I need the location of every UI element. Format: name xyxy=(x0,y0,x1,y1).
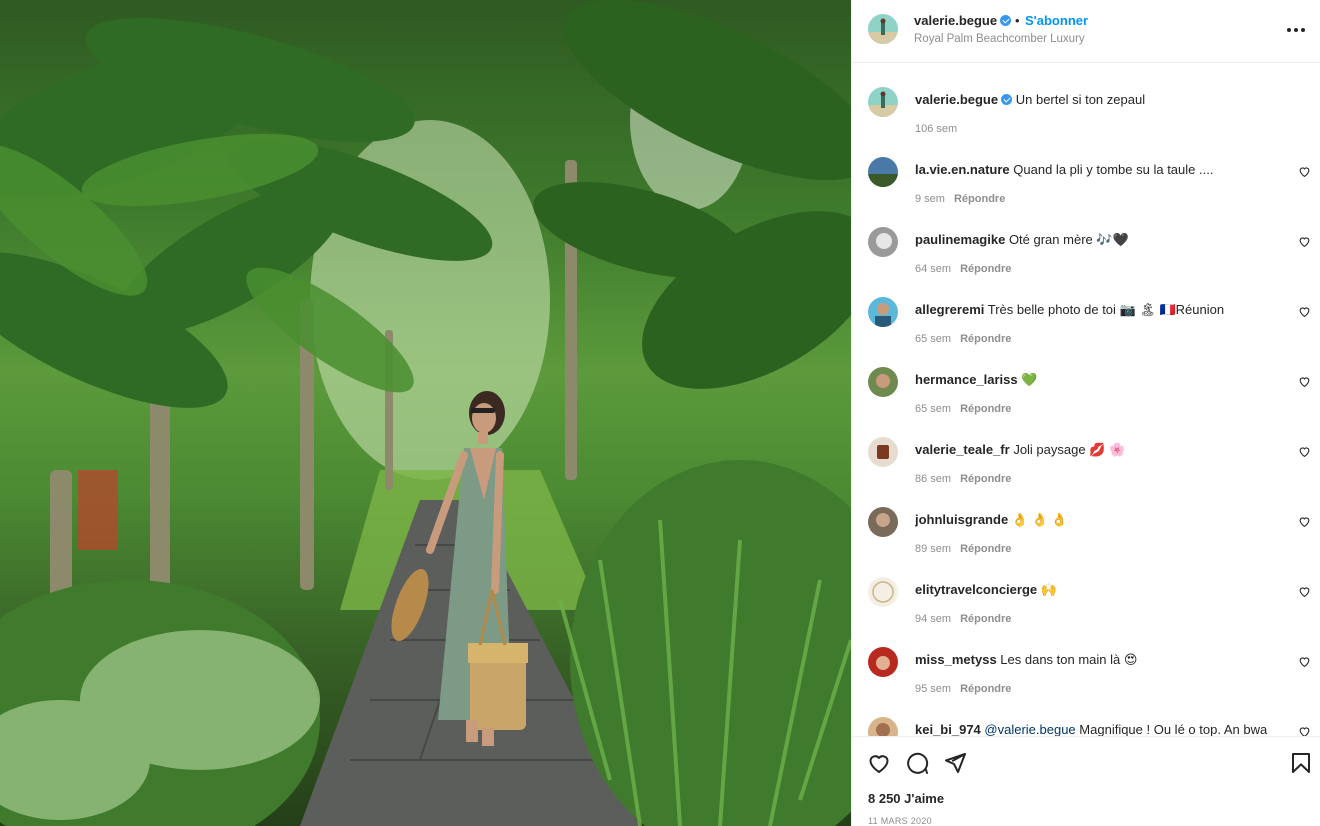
comment-time: 9 sem xyxy=(915,193,945,205)
comment-item: kei_bi_974 @valerie.begue Magnifique ! O… xyxy=(852,711,1320,736)
comment-username[interactable]: kei_bi_974 xyxy=(915,722,981,736)
caption-text: Un bertel si ton zepaul xyxy=(1015,92,1146,107)
author-username[interactable]: valerie.begue xyxy=(914,13,1012,28)
comment-item: johnluisgrande 👌 👌 👌 89 sem Répondre xyxy=(852,501,1320,571)
heart-icon[interactable] xyxy=(867,751,891,775)
comment-like-heart-icon[interactable] xyxy=(1298,445,1311,458)
comment-text: 🙌 xyxy=(1040,582,1057,597)
commenter-avatar[interactable] xyxy=(868,297,898,327)
caption: valerie.begue Un bertel si ton zepaul 10… xyxy=(852,81,1320,151)
comment-username[interactable]: valerie_teale_fr xyxy=(915,442,1010,457)
comment-like-heart-icon[interactable] xyxy=(1298,305,1311,318)
post-actions: 8 250 J'aime 11 MARS 2020 xyxy=(852,736,1320,826)
comment-text: Quand la pli y tombe su la taule .... xyxy=(1013,162,1214,177)
comment-time: 95 sem xyxy=(915,683,952,695)
comment-username[interactable]: johnluisgrande xyxy=(915,512,1008,527)
separator-dot: • xyxy=(1015,13,1020,28)
reply-button[interactable]: Répondre xyxy=(960,263,1011,275)
reply-button[interactable]: Répondre xyxy=(960,543,1011,555)
caption-avatar[interactable] xyxy=(868,87,898,117)
photo-illustration xyxy=(0,0,851,826)
comment-mention[interactable]: @valerie.begue xyxy=(984,722,1075,736)
comment-text: 💚 xyxy=(1021,372,1038,387)
more-options-icon[interactable] xyxy=(1285,20,1307,40)
likes-count[interactable]: 8 250 J'aime xyxy=(868,791,944,806)
comment-item: elitytravelconcierge 🙌 94 sem Répondre xyxy=(852,571,1320,641)
comment-text: Très belle photo de toi 📷 🏝 🇫🇷Réunion xyxy=(987,302,1225,317)
share-icon[interactable] xyxy=(943,751,967,775)
comment-text: Les dans ton main là 😍 xyxy=(1000,652,1138,667)
comment-text: Joli paysage 💋 🌸 xyxy=(1013,442,1126,457)
comment-username[interactable]: paulinemagike xyxy=(915,232,1005,247)
comment-time: 64 sem xyxy=(915,263,952,275)
comment-like-heart-icon[interactable] xyxy=(1298,585,1311,598)
comment-time: 86 sem xyxy=(915,473,952,485)
comment-item: paulinemagike Oté gran mère 🎶🖤 64 sem Rép… xyxy=(852,221,1320,291)
comment-like-heart-icon[interactable] xyxy=(1298,515,1311,528)
reply-button[interactable]: Répondre xyxy=(960,403,1011,415)
follow-button[interactable]: S'abonner xyxy=(1025,13,1088,28)
commenter-avatar[interactable] xyxy=(868,367,898,397)
comment-item: valerie_teale_fr Joli paysage 💋 🌸 86 sem… xyxy=(852,431,1320,501)
comment-username[interactable]: elitytravelconcierge xyxy=(915,582,1037,597)
post-photo[interactable] xyxy=(0,0,851,826)
reply-button[interactable]: Répondre xyxy=(960,473,1011,485)
comment-time: 94 sem xyxy=(915,613,952,625)
comment-username[interactable]: allegreremi xyxy=(915,302,984,317)
commenter-avatar[interactable] xyxy=(868,227,898,257)
comment-text: Oté gran mère 🎶🖤 xyxy=(1008,232,1129,247)
post-header: valerie.begue • S'abonner Royal Palm Bea… xyxy=(852,0,1320,63)
commenter-avatar[interactable] xyxy=(868,647,898,677)
comment-like-heart-icon[interactable] xyxy=(1298,165,1311,178)
caption-time: 106 sem xyxy=(915,123,958,135)
comment-icon[interactable] xyxy=(905,751,929,775)
reply-button[interactable]: Répondre xyxy=(960,613,1011,625)
caption-username[interactable]: valerie.begue xyxy=(915,92,998,107)
post-side-panel: valerie.begue • S'abonner Royal Palm Bea… xyxy=(851,0,1320,826)
verified-badge-icon xyxy=(1001,94,1013,105)
comment-like-heart-icon[interactable] xyxy=(1298,235,1311,248)
comment-time: 89 sem xyxy=(915,543,952,555)
commenter-avatar[interactable] xyxy=(868,577,898,607)
comment-item: miss_metyss Les dans ton main là 😍 95 se… xyxy=(852,641,1320,711)
comment-text: 👌 👌 👌 xyxy=(1011,512,1068,527)
verified-badge-icon xyxy=(1000,15,1012,26)
commenter-avatar[interactable] xyxy=(868,507,898,537)
commenter-avatar[interactable] xyxy=(868,157,898,187)
post-location[interactable]: Royal Palm Beachcomber Luxury xyxy=(914,33,1085,45)
comment-like-heart-icon[interactable] xyxy=(1298,725,1311,736)
reply-button[interactable]: Répondre xyxy=(960,333,1011,345)
comment-text: Magnifique ! Ou lé o top. An bwa xyxy=(1079,722,1268,736)
commenter-avatar[interactable] xyxy=(868,717,898,736)
comment-time: 65 sem xyxy=(915,333,952,345)
reply-button[interactable]: Répondre xyxy=(960,683,1011,695)
comment-time: 65 sem xyxy=(915,403,952,415)
comment-item: la.vie.en.nature Quand la pli y tombe su… xyxy=(852,151,1320,221)
comment-username[interactable]: hermance_lariss xyxy=(915,372,1018,387)
comment-username[interactable]: la.vie.en.nature xyxy=(915,162,1010,177)
author-avatar[interactable] xyxy=(868,14,898,44)
comment-like-heart-icon[interactable] xyxy=(1298,655,1311,668)
post-date: 11 MARS 2020 xyxy=(868,816,932,826)
comment-item: allegreremi Très belle photo de toi 📷 🏝 … xyxy=(852,291,1320,361)
commenter-avatar[interactable] xyxy=(868,437,898,467)
comment-username[interactable]: miss_metyss xyxy=(915,652,997,667)
comment-item: hermance_lariss 💚 65 sem Répondre xyxy=(852,361,1320,431)
comment-like-heart-icon[interactable] xyxy=(1298,375,1311,388)
comments-list[interactable]: valerie.begue Un bertel si ton zepaul 10… xyxy=(852,63,1320,736)
bookmark-icon[interactable] xyxy=(1289,751,1313,775)
reply-button[interactable]: Répondre xyxy=(954,193,1005,205)
